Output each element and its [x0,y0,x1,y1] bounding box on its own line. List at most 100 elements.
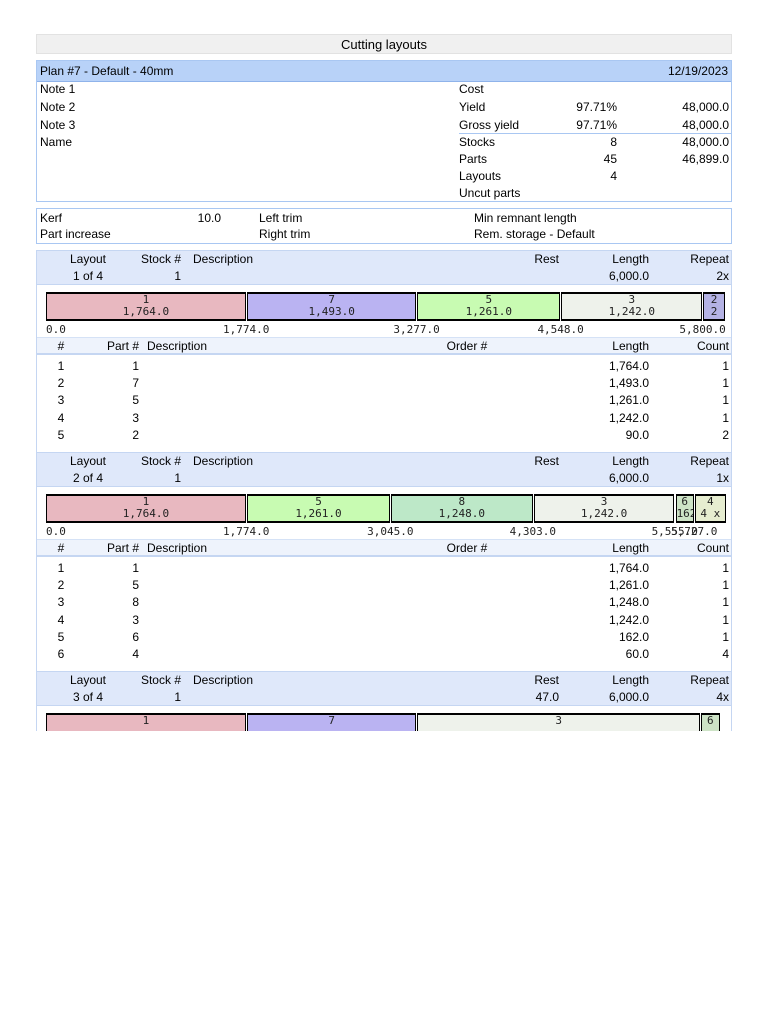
table-row: 1 1 1,764.0 1 [37,561,731,578]
layout-col-layout: Layout [69,252,107,266]
table-cell: 1,493.0 [608,376,649,391]
position-tick: 0.0 [46,323,66,336]
segment-length: 1,261.0 [465,305,513,318]
position-tick: 3,277.0 [393,323,440,336]
layout-col-rest: Rest [534,252,559,266]
table-cell: 162.0 [618,629,649,644]
segment-length: 2 x 90 [710,305,718,320]
segment-length: 1,242.0 [580,507,628,520]
layouts-area: Layout 1 of 4 Stock # 1 Description Rest Lengt… [0,0,768,731]
layout-layout-value: 3 of 4 [72,690,104,704]
table-cell: 1 [722,376,729,391]
parts-table-header: # Part # Description Order # Length Count [37,539,731,557]
layout-section: Layout 1 of 4 Stock # 1 Description Rest Lengt… [36,250,732,461]
table-cell: 4 [57,410,65,425]
table-cell: 3 [132,410,139,425]
table-row: 1 1 1,764.0 1 [37,359,731,376]
part-segment: 22 x 90 [703,292,725,321]
table-cell: 1 [722,578,729,593]
table-cell: 2 [722,427,729,442]
table-cell: 4 [132,647,139,661]
table-cell: 5 [132,578,139,593]
table-cell: 1,261.0 [608,393,649,408]
layout-col-length: Length [612,252,649,266]
table-cell: 1 [132,359,139,373]
layout-col-repeat: Repeat [690,252,729,266]
layout-length-value: 6,000.0 [608,471,649,485]
table-cell: 1 [722,595,729,610]
table-cell: 4 [722,647,729,661]
layout-section: Layout 2 of 4 Stock # 1 Description Rest Lengt… [36,452,732,681]
position-tick: 4,303.0 [509,525,557,538]
table-row: 3 8 1,248.0 1 [37,595,731,612]
layout-body: 1736 [36,706,732,731]
layout-repeat-value: 4x [716,690,729,704]
part-segment: 8 1,248.0 [391,494,533,523]
segment-length: 162 [676,507,693,520]
table-cell: 3 [57,393,65,408]
part-segment: 3 1,242.0 [533,494,675,523]
part-segment: 5 1,261.0 [417,292,561,321]
table-row: 2 5 1,261.0 1 [37,578,731,595]
table-row: 4 3 1,242.0 1 [37,613,731,630]
table-cell: 7 [132,376,139,391]
table-cell: 1,764.0 [608,561,649,575]
layout-length-value: 6,000.0 [608,269,649,283]
layout-length-value: 6,000.0 [608,690,649,704]
table-cell: 1 [722,629,729,644]
table-cell: 1,242.0 [608,410,649,425]
table-col-count: Count [696,339,729,353]
layout-header: Layout 1 of 4 Stock # 1 Description Rest Lengt… [36,250,732,285]
layout-header: Layout 3 of 4 Stock # 1 Description Rest 47.0 L… [36,671,732,706]
table-cell: 8 [132,595,139,610]
layout-col-length: Length [612,454,649,468]
layout-layout-value: 1 of 4 [72,269,104,283]
table-cell: 1,248.0 [608,595,649,610]
layout-col-description: Description [193,673,254,687]
segment-part: 6 [707,714,714,727]
table-col-part: Part # [106,339,139,353]
part-segment: 7 1,493.0 [247,292,417,321]
layout-stock-value: 1 [174,690,181,704]
table-cell: 1,261.0 [608,578,649,593]
table-cell: 3 [57,595,65,610]
layout-col-stock: Stock # [140,252,181,266]
layout-col-layout: Layout [69,673,107,687]
table-cell: 1 [722,359,729,373]
table-row: 2 7 1,493.0 1 [37,376,731,393]
table-cell: 6 [132,629,139,644]
table-row: 6 4 60.0 4 [37,647,731,664]
position-tick: 4,548.0 [537,323,584,336]
layout-col-length: Length [612,673,649,687]
segment-length: 1,242.0 [608,305,655,318]
table-row: 5 6 162.0 1 [37,630,731,647]
table-col-description: Description [147,541,208,555]
segment-part: 1 [142,714,150,727]
layout-col-repeat: Repeat [690,454,729,468]
part-segment: 1 [46,713,246,731]
position-tick: 5,800.0 [679,323,726,336]
table-cell: 1,764.0 [608,359,649,373]
position-tick: 0.0 [46,525,66,538]
table-col-order: Order # [446,541,488,555]
table-row: 3 5 1,261.0 1 [37,393,731,410]
layout-repeat-value: 1x [716,471,729,485]
layout-stock-value: 1 [174,471,181,485]
table-cell: 5 [132,393,139,408]
table-row: 5 2 90.0 2 [37,428,731,445]
table-cell: 1 [57,359,65,373]
table-col-num: # [57,541,65,555]
segment-length: 1,764.0 [122,507,170,520]
table-cell: 3 [132,612,139,627]
table-cell: 2 [57,578,65,593]
layout-header: Layout 2 of 4 Stock # 1 Description Rest Lengt… [36,452,732,487]
table-cell: 1 [57,561,65,575]
position-tick: 3,045.0 [367,525,414,538]
layout-col-rest: Rest [534,673,559,687]
layout-section: Layout 3 of 4 Stock # 1 Description Rest 47.0 L… [36,671,732,731]
layout-col-stock: Stock # [140,673,181,687]
table-col-length: Length [612,339,649,353]
layout-repeat-value: 2x [716,269,729,283]
table-cell: 5 [57,629,65,644]
position-tick: 1,774.0 [223,525,270,538]
